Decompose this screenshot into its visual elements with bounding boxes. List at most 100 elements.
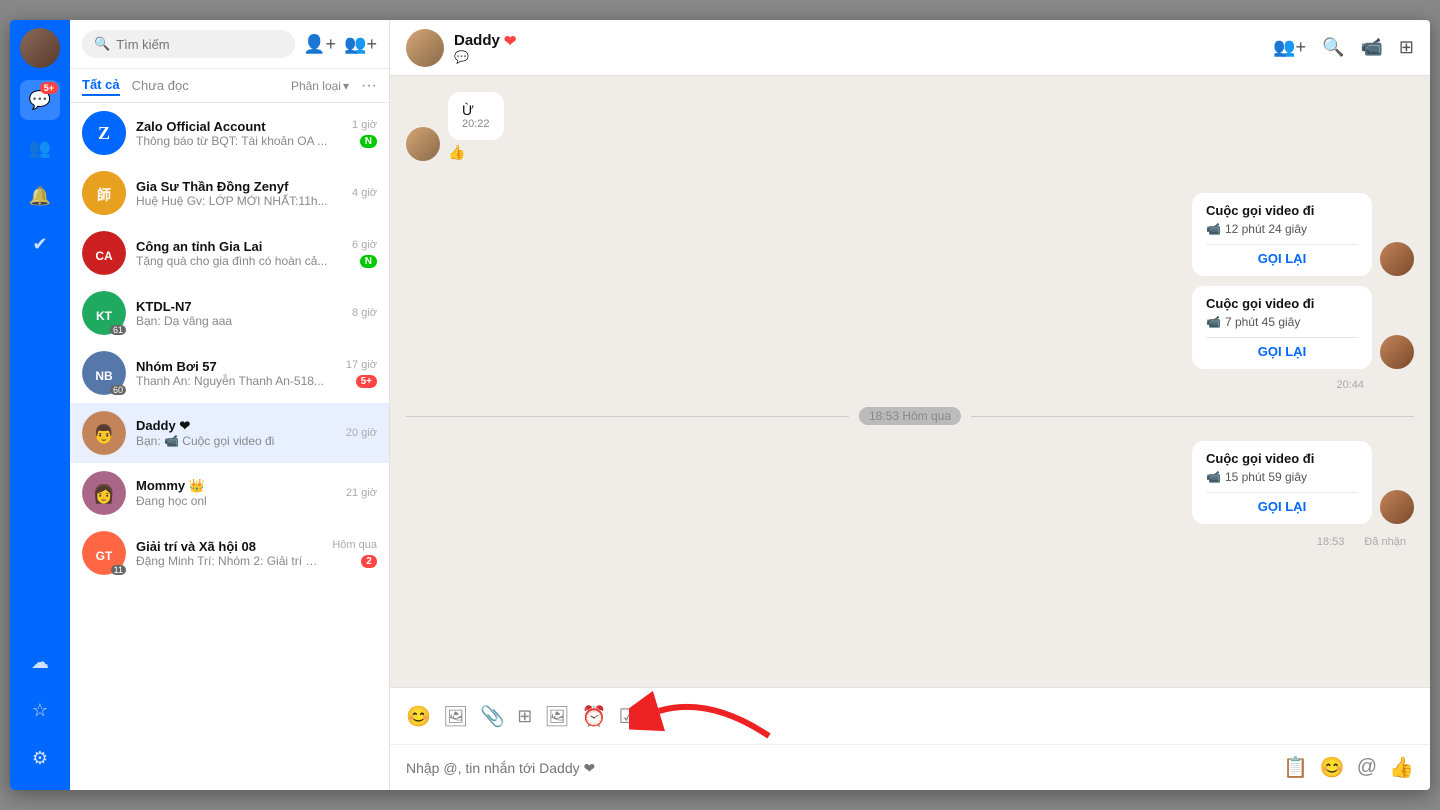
search-box[interactable]: 🔍 bbox=[82, 30, 295, 58]
avatar: NB 60 bbox=[82, 351, 126, 395]
avatar: CA bbox=[82, 231, 126, 275]
todo-nav-icon[interactable]: ✔ bbox=[20, 224, 60, 264]
chat-meta: 20 giờ bbox=[346, 427, 377, 439]
contact-name: Mommy 👑 bbox=[136, 478, 336, 494]
svg-text:NB: NB bbox=[95, 369, 113, 383]
chat-meta: 17 giờ 5+ bbox=[346, 359, 377, 388]
unread-badge: 2 bbox=[361, 555, 377, 568]
add-group-icon[interactable]: 👥+ bbox=[344, 34, 377, 55]
message-preview: Đang học onl bbox=[136, 494, 336, 508]
svg-text:GT: GT bbox=[96, 549, 113, 563]
add-friend-icon[interactable]: 👤+ bbox=[303, 34, 336, 55]
star-icon: ☆ bbox=[32, 700, 48, 721]
message-preview: Thông báo từ BQT: Tài khoản OA ... bbox=[136, 134, 342, 148]
avatar bbox=[1380, 335, 1414, 369]
call-title: Cuộc gọi video đi bbox=[1206, 203, 1358, 218]
video-call-icon[interactable]: 📹 bbox=[1360, 37, 1382, 58]
avatar bbox=[406, 127, 440, 161]
screenshot-icon[interactable]: ⊞ bbox=[517, 706, 532, 727]
search-icon: 🔍 bbox=[94, 36, 110, 52]
message-icon: 💬 bbox=[454, 50, 469, 64]
contact-name: Zalo Official Account bbox=[136, 119, 342, 134]
user-avatar[interactable] bbox=[20, 28, 60, 68]
chat-time: 21 giờ bbox=[346, 487, 377, 499]
date-divider: 18:53 Hôm qua bbox=[406, 403, 1414, 429]
list-item[interactable]: 👨 Daddy ❤ Bạn: 📹 Cuộc gọi video đi 20 gi… bbox=[70, 403, 389, 463]
panel-toggle-icon[interactable]: ⊞ bbox=[1399, 37, 1414, 58]
chat-list: Zalo Official Account Thông báo từ BQT: … bbox=[70, 103, 389, 790]
chat-header-sub: 💬 bbox=[454, 50, 1263, 64]
call-card: Cuộc gọi video đi 📹 7 phút 45 giây GỌI L… bbox=[1192, 286, 1372, 369]
list-item[interactable]: GT 11 Giải trí và Xã hội 08 Đặng Minh Tr… bbox=[70, 523, 389, 583]
header-actions: 👥+ 🔍 📹 ⊞ bbox=[1273, 37, 1414, 58]
star-nav-icon[interactable]: ☆ bbox=[20, 690, 60, 730]
list-item[interactable]: KT 61 KTDL-N7 Bạn: Dạ vâng aaa 8 giờ bbox=[70, 283, 389, 343]
chat-contact-name: Daddy ❤ bbox=[454, 32, 1263, 50]
mention-forward-icon[interactable]: 📋 bbox=[1283, 755, 1308, 780]
chat-meta: 6 giờ N bbox=[352, 239, 377, 268]
list-item[interactable]: NB 60 Nhóm Bơi 57 Thanh An: Nguyễn Thanh… bbox=[70, 343, 389, 403]
message-time: 20:22 bbox=[462, 118, 490, 130]
call-back-button[interactable]: GỌI LẠI bbox=[1206, 251, 1358, 266]
call-title: Cuộc gọi video đi bbox=[1206, 296, 1358, 311]
emoji-icon[interactable]: 😊 bbox=[1320, 755, 1345, 780]
list-item[interactable]: 👩 Mommy 👑 Đang học onl 21 giờ bbox=[70, 463, 389, 523]
chat-time: 20 giờ bbox=[346, 427, 377, 439]
video-icon: 📹 bbox=[1206, 222, 1221, 236]
input-actions: 📋 😊 @ 👍 bbox=[1283, 755, 1414, 780]
avatar: GT 11 bbox=[82, 531, 126, 575]
bell-nav-icon[interactable]: 🔔 bbox=[20, 176, 60, 216]
contacts-nav-icon[interactable]: 👥 bbox=[20, 128, 60, 168]
like-button[interactable]: 👍 bbox=[448, 144, 504, 161]
avatar: 👩 bbox=[82, 471, 126, 515]
contact-name: Gia Sư Thần Đồng Zenyf bbox=[136, 179, 342, 194]
contact-name: Daddy ❤ bbox=[136, 418, 336, 434]
add-member-icon[interactable]: 👥+ bbox=[1273, 37, 1306, 58]
settings-nav-icon[interactable]: ⚙ bbox=[20, 738, 60, 778]
cloud-nav-icon[interactable]: ☁ bbox=[20, 642, 60, 682]
at-icon[interactable]: @ bbox=[1357, 756, 1377, 779]
list-item[interactable]: Zalo Official Account Thông báo từ BQT: … bbox=[70, 103, 389, 163]
list-item[interactable]: CA Công an tỉnh Gia Lai Tặng quà cho gia… bbox=[70, 223, 389, 283]
tab-all[interactable]: Tất cả bbox=[82, 75, 120, 96]
chat-info: Nhóm Bơi 57 Thanh An: Nguyễn Thanh An-51… bbox=[136, 359, 336, 388]
chat-header-avatar bbox=[406, 29, 444, 67]
image-icon[interactable]: 🖼 bbox=[443, 704, 468, 729]
chat-info: KTDL-N7 Bạn: Dạ vâng aaa bbox=[136, 299, 342, 328]
sort-button[interactable]: Phân loại ▾ bbox=[291, 79, 349, 93]
red-arrow bbox=[629, 676, 789, 756]
unread-badge: N bbox=[360, 255, 377, 268]
video-icon: 📹 bbox=[1206, 470, 1221, 484]
chat-nav-icon[interactable]: 💬 5+ bbox=[20, 80, 60, 120]
gallery-icon[interactable]: 🖼 bbox=[544, 704, 569, 729]
sticker-icon[interactable]: 😊 bbox=[406, 704, 431, 729]
chat-badge: 5+ bbox=[40, 82, 58, 94]
chat-meta: Hôm qua 2 bbox=[332, 539, 377, 568]
chat-time: 8 giờ bbox=[352, 307, 377, 319]
chat-time: 6 giờ bbox=[352, 239, 377, 251]
call-back-button[interactable]: GỌI LẠI bbox=[1206, 499, 1358, 514]
chat-info: Zalo Official Account Thông báo từ BQT: … bbox=[136, 119, 342, 148]
sidebar-tabs: Tất cả Chưa đọc Phân loại ▾ ··· bbox=[70, 69, 389, 103]
list-item[interactable]: 師 Gia Sư Thần Đồng Zenyf Huệ Huệ Gv: LỚP… bbox=[70, 163, 389, 223]
reminder-icon[interactable]: ⏰ bbox=[582, 704, 607, 729]
video-icon: 📹 bbox=[1206, 315, 1221, 329]
call-card: Cuộc gọi video đi 📹 12 phút 24 giây GỌI … bbox=[1192, 193, 1372, 276]
search-input[interactable] bbox=[116, 37, 283, 52]
search-chat-icon[interactable]: 🔍 bbox=[1322, 37, 1344, 58]
call-back-button[interactable]: GỌI LẠI bbox=[1206, 344, 1358, 359]
message-input[interactable] bbox=[406, 760, 1273, 776]
chat-info: Daddy ❤ Bạn: 📹 Cuộc gọi video đi bbox=[136, 418, 336, 448]
thumbs-up-icon[interactable]: 👍 bbox=[1389, 755, 1414, 780]
more-options-button[interactable]: ··· bbox=[361, 77, 377, 95]
chat-info: Mommy 👑 Đang học onl bbox=[136, 478, 336, 508]
attachment-icon[interactable]: 📎 bbox=[480, 704, 505, 729]
chat-time: 1 giờ bbox=[352, 119, 377, 131]
message-time: 18:53 bbox=[1317, 536, 1345, 548]
avatar bbox=[1380, 242, 1414, 276]
cloud-icon: ☁ bbox=[31, 652, 49, 673]
tab-unread[interactable]: Chưa đọc bbox=[132, 76, 189, 95]
call-duration: 📹 7 phút 45 giây bbox=[1206, 315, 1358, 329]
settings-icon: ⚙ bbox=[32, 748, 48, 769]
chat-toolbar: 😊 🖼 📎 ⊞ 🖼 ⏰ ☑ bbox=[390, 687, 1430, 744]
